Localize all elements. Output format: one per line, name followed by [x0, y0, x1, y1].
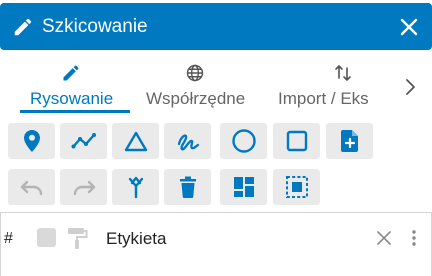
draw-point-button[interactable]	[8, 123, 55, 159]
draw-rectangle-button[interactable]	[273, 123, 320, 159]
layout-button[interactable]	[220, 169, 267, 205]
dashboard-layout-icon	[233, 177, 254, 197]
draw-circle-button[interactable]	[220, 123, 267, 159]
undo-button[interactable]	[8, 169, 55, 205]
pencil-icon	[14, 18, 32, 36]
tab-label: Rysowanie	[30, 89, 114, 108]
tab-draw[interactable]: Rysowanie	[20, 58, 130, 113]
undo-icon	[20, 180, 42, 196]
select-checkbox[interactable]	[37, 228, 56, 247]
more-options-icon[interactable]	[410, 228, 418, 248]
delete-button[interactable]	[164, 169, 211, 205]
merge-button[interactable]	[112, 169, 159, 205]
panel-header: Szkicowanie	[0, 3, 432, 50]
clear-icon[interactable]	[376, 230, 392, 246]
tab-label: Współrzędne	[146, 89, 246, 108]
active-tab-indicator	[20, 110, 130, 113]
draw-freehand-button[interactable]	[164, 123, 211, 159]
draw-polyline-button[interactable]	[60, 123, 107, 159]
sort-arrows-icon	[335, 65, 351, 81]
globe-icon	[186, 64, 204, 82]
panel-title: Szkicowanie	[42, 16, 148, 37]
trash-icon	[179, 176, 196, 198]
rectangle-icon	[286, 130, 307, 152]
chevron-right-icon[interactable]	[400, 76, 420, 98]
draw-polygon-button[interactable]	[112, 123, 159, 159]
polyline-icon	[71, 133, 96, 149]
redo-icon	[73, 180, 95, 196]
tab-import-export[interactable]: Import / Eks	[272, 58, 382, 113]
column-divider	[0, 213, 1, 276]
table-row: # Etykieta	[0, 212, 432, 276]
tab-coordinates[interactable]: Współrzędne	[140, 58, 252, 113]
merge-icon	[128, 176, 143, 199]
redo-button[interactable]	[60, 169, 107, 205]
select-area-icon	[285, 176, 308, 198]
row-number-header: #	[4, 230, 13, 247]
circle-icon	[231, 129, 256, 153]
paint-roller-icon[interactable]	[66, 226, 88, 250]
tab-bar: Rysowanie Współrzędne Import / Eks	[0, 58, 432, 113]
pencil-icon	[63, 65, 79, 81]
freehand-icon	[177, 134, 199, 151]
tab-label: Import / Eks	[278, 89, 369, 108]
add-file-icon	[340, 130, 358, 152]
add-file-button[interactable]	[326, 123, 373, 159]
location-pin-icon	[23, 130, 40, 152]
column-label-header: Etykieta	[106, 229, 167, 248]
close-icon[interactable]	[400, 18, 418, 36]
select-area-button[interactable]	[273, 169, 320, 205]
triangle-icon	[124, 131, 147, 152]
